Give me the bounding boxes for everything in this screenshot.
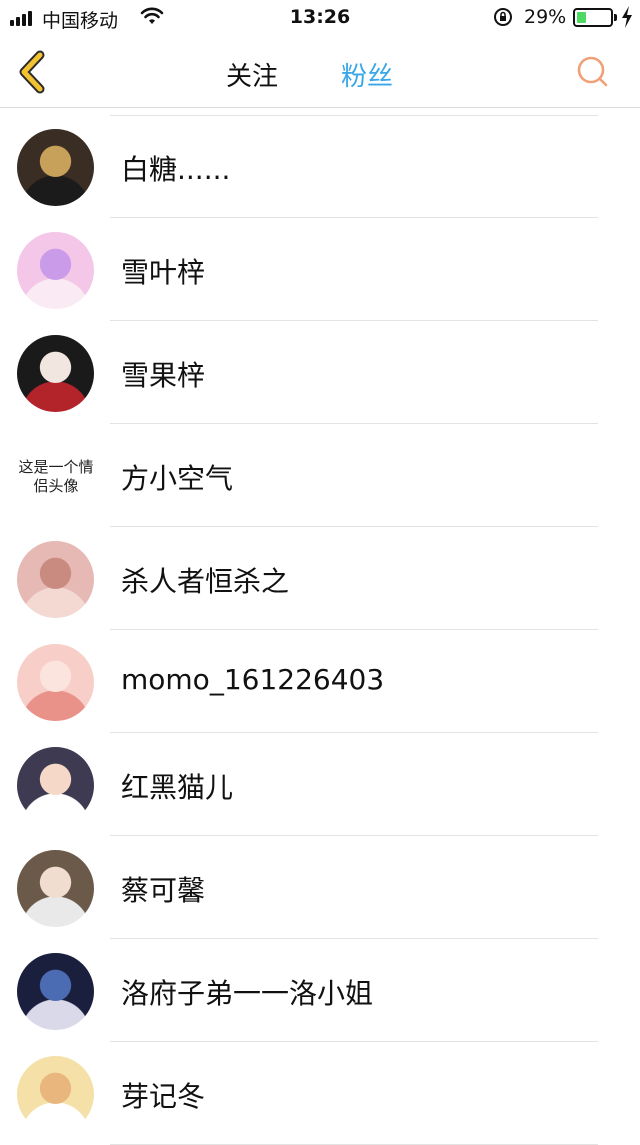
fan-name: 杀人者恒杀之 [121,565,290,598]
search-icon[interactable] [574,53,610,89]
avatar[interactable] [17,335,94,412]
fan-name: 红黑猫儿 [121,771,234,804]
avatar[interactable] [17,232,94,309]
avatar[interactable] [17,644,94,721]
fan-name: 洛府子弟一一洛小姐 [121,977,374,1010]
avatar[interactable] [17,747,94,824]
avatar[interactable] [17,129,94,206]
fan-name: 方小空气 [121,462,234,495]
list-item[interactable]: 蔡可馨 [0,836,640,939]
battery-icon [573,8,613,27]
fan-name: momo_161226403 [121,663,385,696]
list-item[interactable]: 杀人者恒杀之 [0,527,640,630]
battery-tip [614,14,617,21]
nav-bar: 关注 粉丝 [0,36,640,108]
fan-name: 芽记冬 [121,1080,206,1113]
battery-percent: 29% [524,6,567,28]
avatar[interactable] [17,953,94,1030]
status-bar: 中国移动 13:26 29% [0,0,640,36]
charging-icon [622,6,632,28]
list-item[interactable]: 红黑猫儿 [0,733,640,836]
list-item[interactable]: 白糖...... [0,115,640,218]
tab-fans[interactable]: 粉丝 [341,56,393,93]
list-item[interactable]: 芽记冬 [0,1042,640,1145]
fan-name: 雪果梓 [121,359,206,392]
battery-level-fill [577,12,587,23]
avatar[interactable] [17,850,94,927]
list-item[interactable]: 雪果梓 [0,321,640,424]
list-item[interactable]: 洛府子弟一一洛小姐 [0,939,640,1042]
list-item[interactable]: 这是一个情侣头像 方小空气 [0,424,640,527]
tab-following[interactable]: 关注 [226,56,278,93]
fan-name: 白糖...... [121,153,231,186]
avatar[interactable] [17,1056,94,1133]
fan-name: 蔡可馨 [121,874,206,907]
fan-name: 雪叶梓 [121,256,206,289]
rotation-lock-icon [494,8,512,26]
list-item[interactable]: momo_161226403 [0,630,640,733]
list-item[interactable]: 雪叶梓 [0,218,640,321]
avatar[interactable] [17,541,94,618]
avatar-text[interactable]: 这是一个情侣头像 [13,458,99,496]
back-button[interactable] [14,50,50,94]
